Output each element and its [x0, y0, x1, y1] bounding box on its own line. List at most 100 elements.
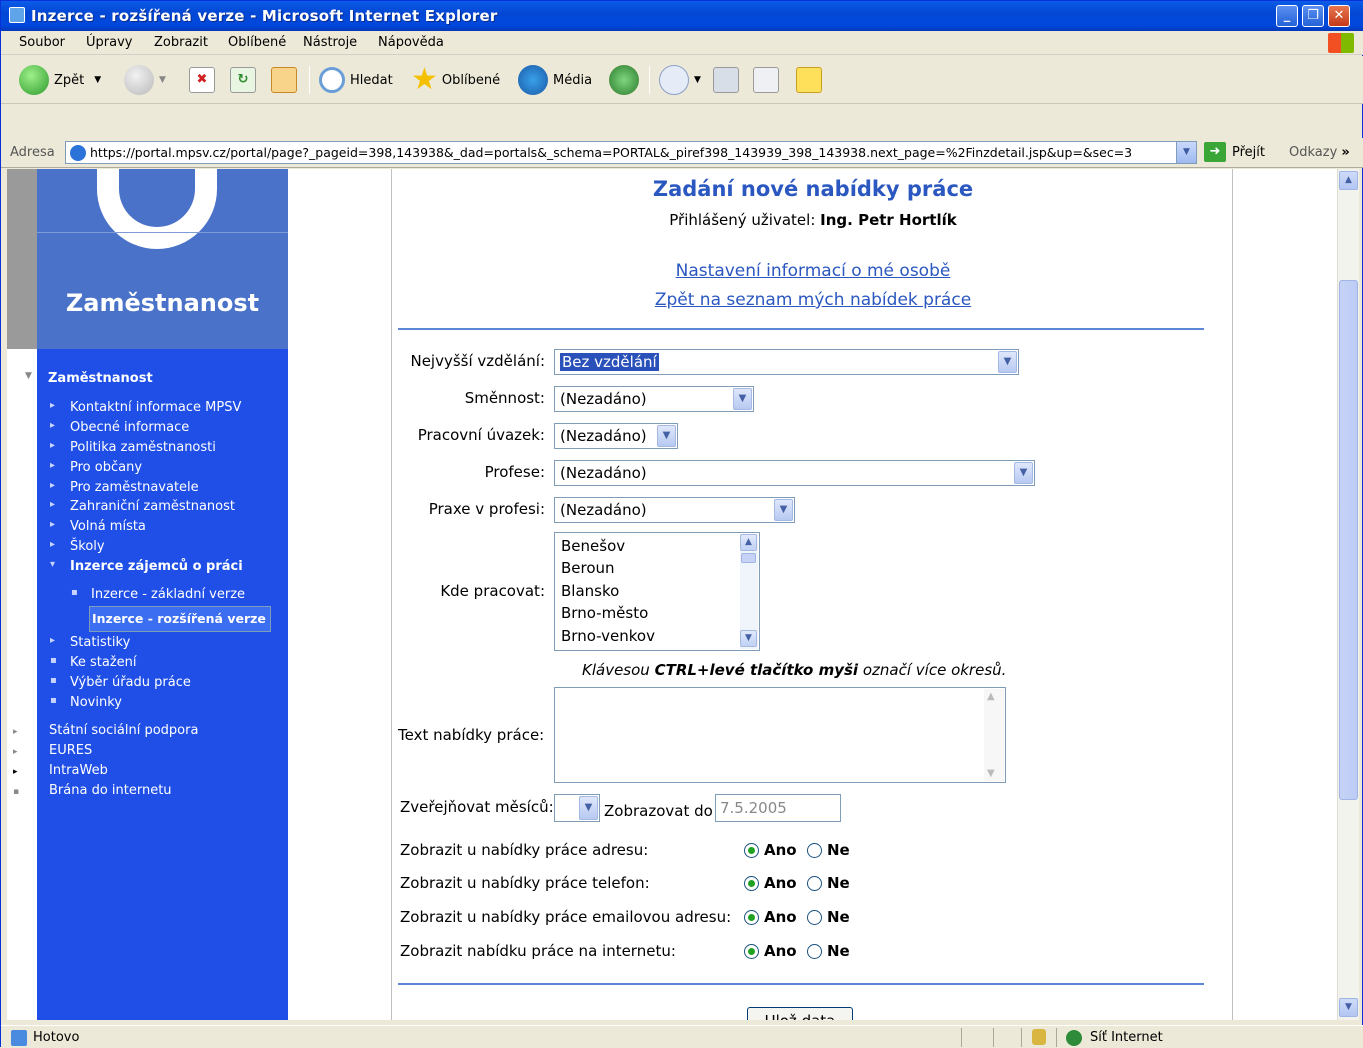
sidebar-item-zahranicni[interactable]: ▸ Zahraniční zaměstnanost	[50, 499, 235, 514]
radio-yes-label: Ano	[764, 874, 797, 892]
list-item[interactable]: Benešov	[561, 537, 625, 555]
sidebar-item-socialni-podpora[interactable]: Státní sociální podpora	[49, 723, 198, 738]
display-until-field[interactable]: 7.5.2005	[715, 794, 841, 822]
back-to-list-link[interactable]: Zpět na seznam mých nabídek práce	[392, 290, 1234, 310]
messenger-button[interactable]	[796, 64, 822, 96]
radio-no-label: Ne	[827, 908, 850, 926]
menu-nastroje[interactable]: Nástroje	[303, 35, 357, 50]
sidebar-item-obecne[interactable]: ▸ Obecné informace	[50, 420, 189, 435]
sidebar-item-obcany[interactable]: ▸ Pro občany	[50, 460, 142, 475]
forward-button[interactable]: ▼	[124, 64, 166, 96]
sidebar: Zaměstnanost Zaměstnanost ▸ Kontaktní inf…	[7, 169, 288, 1020]
shift-label: Směnnost:	[464, 389, 545, 407]
menu-napoveda[interactable]: Nápověda	[378, 35, 444, 50]
sidebar-item-zamestnavatele[interactable]: ▸ Pro zaměstnavatele	[50, 480, 199, 495]
sidebar-subitem-rozsirena[interactable]: ▪Inzerce - rozšířená verze	[89, 606, 271, 632]
sidebar-item-kontakt[interactable]: ▸ Kontaktní informace MPSV	[50, 400, 241, 415]
menu-soubor[interactable]: Soubor	[19, 35, 65, 50]
education-select[interactable]: Bez vzdělání ▼	[554, 349, 1019, 375]
sidebar-item-intraweb[interactable]: IntraWeb	[49, 763, 108, 778]
workload-select[interactable]: (Nezadáno) ▼	[554, 423, 678, 449]
location-label: Kde pracovat:	[440, 582, 545, 600]
email-no-radio[interactable]: Ne	[807, 908, 850, 926]
print-button[interactable]	[713, 64, 739, 96]
listbox-scrollbar[interactable]: ▲ ▼	[740, 534, 758, 649]
sidebar-item-statistiky[interactable]: ▸ Statistiky	[50, 635, 130, 650]
phone-no-radio[interactable]: Ne	[807, 874, 850, 892]
sidebar-item-skoly[interactable]: ▸ Školy	[50, 539, 105, 554]
location-listbox[interactable]: Benešov Beroun Blansko Brno-město Brno-v…	[554, 532, 760, 651]
page-icon	[70, 145, 86, 161]
list-item[interactable]: Blansko	[561, 582, 619, 600]
sidebar-item-label: Ke stažení	[70, 655, 137, 670]
mail-button[interactable]: ▼	[659, 64, 701, 96]
sidebar-subitem-zakladni[interactable]: ▪ Inzerce - základní verze	[71, 587, 245, 602]
media-label: Média	[553, 72, 593, 88]
title-bar: Inzerce - rozšířená verze - Microsoft In…	[1, 1, 1363, 31]
address-yes-radio[interactable]: Ano	[744, 841, 797, 859]
list-item[interactable]: Beroun	[561, 559, 615, 577]
sidebar-item-eures[interactable]: EURES	[49, 743, 92, 758]
internet-no-radio[interactable]: Ne	[807, 942, 850, 960]
logged-user: Přihlášený uživatel: Ing. Petr Hortlík	[392, 211, 1234, 229]
scroll-down-icon[interactable]: ▼	[1339, 998, 1358, 1017]
page-scrollbar[interactable]: ▲ ▼	[1337, 169, 1359, 1020]
sidebar-item-brana[interactable]: Brána do internetu	[49, 783, 172, 798]
settings-link[interactable]: Nastavení informací o mé osobě	[392, 261, 1234, 281]
stop-button[interactable]: ✖	[189, 64, 215, 96]
scroll-thumb[interactable]	[1339, 280, 1358, 800]
refresh-button[interactable]: ↻	[230, 64, 256, 96]
history-button[interactable]	[609, 64, 644, 96]
list-item[interactable]: Brno-město	[561, 604, 648, 622]
list-item[interactable]: Brno-venkov	[561, 627, 655, 645]
page-done-icon	[11, 1030, 27, 1046]
publish-months-label: Zveřejňovat měsíců:	[400, 798, 554, 816]
save-button[interactable]: Ulož data	[747, 1007, 853, 1020]
email-yes-radio[interactable]: Ano	[744, 908, 797, 926]
sidebar-item-label: Volná místa	[70, 519, 146, 534]
edit-button[interactable]	[753, 64, 779, 96]
back-button[interactable]: Zpět ▼	[19, 64, 101, 96]
publish-months-select[interactable]: ▼	[554, 794, 600, 822]
search-button[interactable]: Hledat	[319, 64, 393, 96]
links-toolbar[interactable]: Odkazy »	[1289, 145, 1350, 160]
minimize-button[interactable]: _	[1276, 5, 1298, 27]
radio-no-label: Ne	[827, 874, 850, 892]
offer-text-label: Text nabídky práce:	[398, 726, 545, 744]
phone-yes-radio[interactable]: Ano	[744, 874, 797, 892]
links-label: Odkazy	[1289, 145, 1338, 160]
address-input[interactable]: https://portal.mpsv.cz/portal/page?_page…	[65, 141, 1197, 164]
listbox-scroll-thumb[interactable]	[741, 553, 756, 563]
close-button[interactable]: ✕	[1328, 5, 1350, 27]
offer-text-area[interactable]: ▲ ▼	[554, 687, 1006, 783]
shift-select[interactable]: (Nezadáno) ▼	[554, 386, 754, 412]
experience-select[interactable]: (Nezadáno) ▼	[554, 497, 795, 523]
address-dropdown-button[interactable]: ▼	[1176, 142, 1196, 163]
go-button[interactable]: ➜ Přejít	[1204, 142, 1265, 162]
scroll-down-icon[interactable]: ▼	[740, 630, 757, 647]
scroll-up-icon[interactable]: ▲	[1339, 171, 1358, 190]
stop-icon: ✖	[189, 67, 215, 93]
sidebar-item-vyber-uradu[interactable]: ▪ Výběr úřadu práce	[50, 675, 191, 690]
home-button[interactable]	[271, 64, 297, 96]
sidebar-section-title[interactable]: Zaměstnanost	[48, 371, 153, 386]
radio-yes-label: Ano	[764, 841, 797, 859]
sidebar-item-label: Zahraniční zaměstnanost	[70, 499, 235, 514]
address-no-radio[interactable]: Ne	[807, 841, 850, 859]
menu-bar: Soubor Úpravy Zobrazit Oblíbené Nástroje…	[1, 31, 1363, 55]
maximize-button[interactable]: ❐	[1302, 5, 1324, 27]
scroll-up-icon[interactable]: ▲	[740, 534, 757, 551]
internet-yes-radio[interactable]: Ano	[744, 942, 797, 960]
sidebar-item-ke-stazeni[interactable]: ▪ Ke stažení	[50, 655, 137, 670]
address-label: Adresa	[10, 145, 55, 160]
profession-select[interactable]: (Nezadáno) ▼	[554, 460, 1035, 486]
sidebar-item-inzerce[interactable]: ▾ Inzerce zájemců o práci	[50, 559, 243, 574]
sidebar-item-volna-mista[interactable]: ▸ Volná místa	[50, 519, 146, 534]
menu-oblibene[interactable]: Oblíbené	[228, 35, 286, 50]
sidebar-item-politika[interactable]: ▸ Politika zaměstnanosti	[50, 440, 216, 455]
menu-zobrazit[interactable]: Zobrazit	[154, 35, 208, 50]
favorites-button[interactable]: ★ Oblíbené	[411, 64, 500, 96]
media-button[interactable]: Média	[518, 64, 592, 96]
menu-upravy[interactable]: Úpravy	[86, 35, 132, 50]
sidebar-item-novinky[interactable]: ▪ Novinky	[50, 695, 122, 710]
